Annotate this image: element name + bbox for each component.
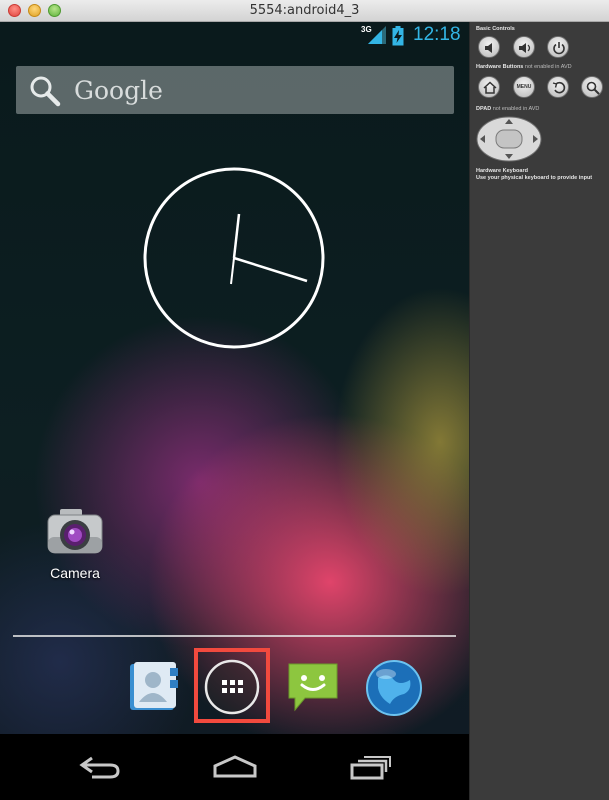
hardware-keyboard-note: Use your physical keyboard to provide in…: [476, 175, 593, 181]
dock-divider: [13, 635, 456, 637]
contacts-app-icon[interactable]: [126, 658, 182, 714]
messaging-app-icon[interactable]: [285, 658, 341, 714]
volume-up-icon: [519, 43, 531, 53]
navigation-bar: [0, 734, 469, 800]
google-search-label: Google: [74, 76, 163, 105]
back-arrow-icon: [552, 81, 566, 94]
menu-button-label: MENU: [516, 84, 532, 90]
signal-icon: [368, 26, 386, 44]
camera-app-icon[interactable]: Camera: [35, 507, 115, 581]
browser-app-icon[interactable]: [364, 658, 424, 718]
hw-search-button[interactable]: [581, 76, 603, 98]
search-icon: [30, 76, 61, 107]
emulator-controls-panel: Basic Controls Hardware Buttons not enab…: [469, 22, 609, 800]
status-clock: 12:18: [413, 24, 461, 45]
volume-down-button[interactable]: [478, 36, 500, 58]
home-icon: [483, 81, 497, 94]
clock-hour-hand: [232, 213, 241, 259]
battery-icon: [392, 26, 404, 46]
dpad-label: DPAD not enabled in AVD: [476, 106, 540, 112]
window-titlebar: 5554:android4_3: [0, 0, 609, 22]
volume-up-button[interactable]: [513, 36, 535, 58]
hw-back-button[interactable]: [547, 76, 569, 98]
hw-home-button[interactable]: [478, 76, 500, 98]
hardware-keyboard-label: Hardware Keyboard: [476, 168, 528, 174]
hw-menu-button[interactable]: MENU: [513, 76, 535, 98]
basic-controls-label: Basic Controls: [476, 26, 515, 32]
clock-minute-hand: [233, 256, 308, 283]
power-button[interactable]: [547, 36, 569, 58]
dpad-control[interactable]: [476, 116, 542, 162]
analog-clock-widget[interactable]: [142, 167, 326, 351]
search-icon: [586, 81, 600, 95]
home-icon[interactable]: [211, 754, 259, 780]
hardware-buttons-label: Hardware Buttons not enabled in AVD: [476, 64, 572, 70]
recent-apps-icon[interactable]: [349, 754, 393, 780]
window-title: 5554:android4_3: [249, 3, 360, 18]
status-bar: 3G 12:18: [0, 22, 469, 48]
volume-down-icon: [485, 43, 492, 53]
camera-icon: [47, 509, 103, 554]
camera-app-label: Camera: [50, 565, 100, 581]
google-search-bar[interactable]: Google: [16, 66, 454, 114]
back-icon[interactable]: [78, 754, 122, 780]
power-icon: [553, 42, 565, 55]
highlight-box: [194, 648, 270, 723]
emulator-screen[interactable]: 3G 12:18 Google Camera: [0, 22, 469, 800]
